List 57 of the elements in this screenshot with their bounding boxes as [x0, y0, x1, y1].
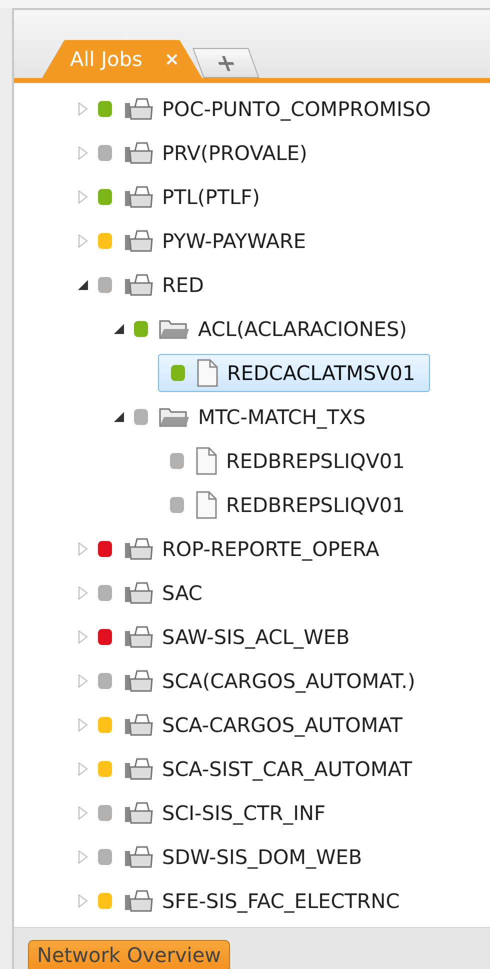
collapsed-arrow-icon[interactable] [78, 630, 88, 644]
expanded-arrow-icon[interactable] [113, 411, 125, 423]
briefcase-icon [122, 713, 154, 737]
tree-item-label[interactable]: REDBREPSLIQV01 [226, 449, 405, 473]
document-icon [194, 491, 218, 519]
collapsed-arrow-icon[interactable] [78, 234, 88, 248]
expanded-arrow-icon[interactable] [113, 323, 125, 335]
document-icon [194, 447, 218, 475]
tree-item-label[interactable]: PYW-PAYWARE [162, 229, 306, 253]
collapsed-arrow-icon[interactable] [78, 718, 88, 732]
briefcase-icon [122, 141, 154, 165]
collapsed-arrow-icon[interactable] [78, 762, 88, 776]
tree-item-label[interactable]: SCA-CARGOS_AUTOMAT [162, 713, 402, 737]
tree-item-label[interactable]: REDBREPSLIQV01 [226, 493, 405, 517]
collapsed-arrow-icon[interactable] [78, 850, 88, 864]
briefcase-icon [122, 273, 154, 297]
expanded-arrow-icon[interactable] [77, 279, 89, 291]
tree-item-label[interactable]: REDCACLATMSV01 [227, 361, 416, 385]
briefcase-icon [122, 845, 154, 869]
briefcase-icon [122, 581, 154, 605]
briefcase-icon [122, 625, 154, 649]
collapsed-arrow-icon[interactable] [78, 146, 88, 160]
collapsed-arrow-icon[interactable] [78, 674, 88, 688]
tree-item-label[interactable]: PTL(PTLF) [162, 185, 260, 209]
tree-item-label[interactable]: ACL(ACLARACIONES) [198, 317, 407, 341]
folder-icon [158, 406, 190, 428]
tree-item-label[interactable]: POC-PUNTO_COMPROMISO [162, 97, 431, 121]
collapsed-arrow-icon[interactable] [78, 190, 88, 204]
tree-item-label[interactable]: RED [162, 273, 204, 297]
collapsed-arrow-icon[interactable] [78, 542, 88, 556]
tree-item-label[interactable]: PRV(PROVALE) [162, 141, 308, 165]
briefcase-icon [122, 229, 154, 253]
briefcase-icon [122, 889, 154, 913]
tree-item-label[interactable]: SDW-SIS_DOM_WEB [162, 845, 362, 869]
add-tab-button[interactable]: + [192, 48, 260, 78]
tree-item-label[interactable]: SFE-SIS_FAC_ELECTRNC [162, 889, 400, 913]
folder-icon [158, 318, 190, 340]
collapsed-arrow-icon[interactable] [78, 806, 88, 820]
tree-item-label[interactable]: SAC [162, 581, 202, 605]
tree-item-label[interactable]: SCA(CARGOS_AUTOMAT.) [162, 669, 416, 693]
briefcase-icon [122, 757, 154, 781]
collapsed-arrow-icon[interactable] [78, 102, 88, 116]
briefcase-icon [122, 537, 154, 561]
collapsed-arrow-icon[interactable] [78, 586, 88, 600]
briefcase-icon [122, 97, 154, 121]
tab-label: All Jobs [70, 47, 142, 71]
document-icon [195, 359, 219, 387]
tree-item-label[interactable]: SCI-SIS_CTR_INF [162, 801, 326, 825]
briefcase-icon [122, 669, 154, 693]
collapsed-arrow-icon[interactable] [78, 894, 88, 908]
briefcase-icon [122, 185, 154, 209]
tree-item-label[interactable]: MTC-MATCH_TXS [198, 405, 366, 429]
tree-item-label[interactable]: ROP-REPORTE_OPERA [162, 537, 380, 561]
briefcase-icon [122, 801, 154, 825]
tree-item-label[interactable]: SCA-SIST_CAR_AUTOMAT [162, 757, 412, 781]
network-overview-button[interactable]: Network Overview [28, 940, 230, 969]
tree-item-label[interactable]: SAW-SIS_ACL_WEB [162, 625, 350, 649]
